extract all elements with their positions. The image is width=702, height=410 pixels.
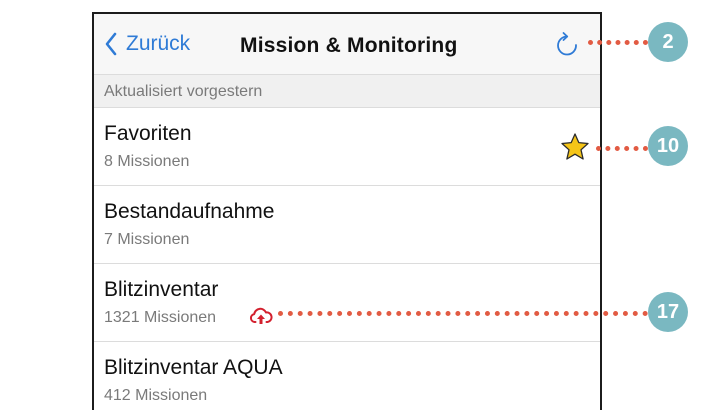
list-item-title: Blitzinventar [104,278,219,301]
callout-badge: 10 [648,126,688,166]
page-title: Mission & Monitoring [240,34,458,57]
list-item-title: Blitzinventar AQUA [104,356,283,379]
callout-line [588,40,648,45]
list-item-blitzinventar-aqua[interactable]: Blitzinventar AQUA 412 Missionen [94,342,600,410]
callout-badge: 2 [648,22,688,62]
list-item-count: 8 Missionen [104,153,190,170]
list-item-favoriten[interactable]: Favoriten 8 Missionen [94,108,600,186]
callout-badge: 17 [648,292,688,332]
last-updated-header: Aktualisiert vorgestern [94,74,600,108]
list-item-title: Favoriten [104,122,192,145]
refresh-icon[interactable] [552,30,582,60]
list-item-title: Bestandaufnahme [104,200,275,223]
list-item-blitzinventar[interactable]: Blitzinventar 1321 Missionen [94,264,600,342]
list-item-count: 412 Missionen [104,387,208,404]
phone-screen: Zurück Mission & Monitoring Aktualisiert… [92,12,602,410]
star-icon[interactable] [560,132,590,162]
cloud-upload-icon[interactable] [249,306,273,326]
last-updated-text: Aktualisiert vorgestern [104,83,263,100]
callout-line [278,311,648,316]
back-button-label: Zurück [126,32,191,55]
navigation-bar: Zurück Mission & Monitoring [94,14,600,74]
back-button[interactable]: Zurück [104,32,190,56]
list-item-count: 1321 Missionen [104,309,217,326]
list-item-bestandaufnahme[interactable]: Bestandaufnahme 7 Missionen [94,186,600,264]
chevron-left-icon [105,32,117,56]
list-item-count: 7 Missionen [104,231,190,248]
callout-line [596,146,648,151]
